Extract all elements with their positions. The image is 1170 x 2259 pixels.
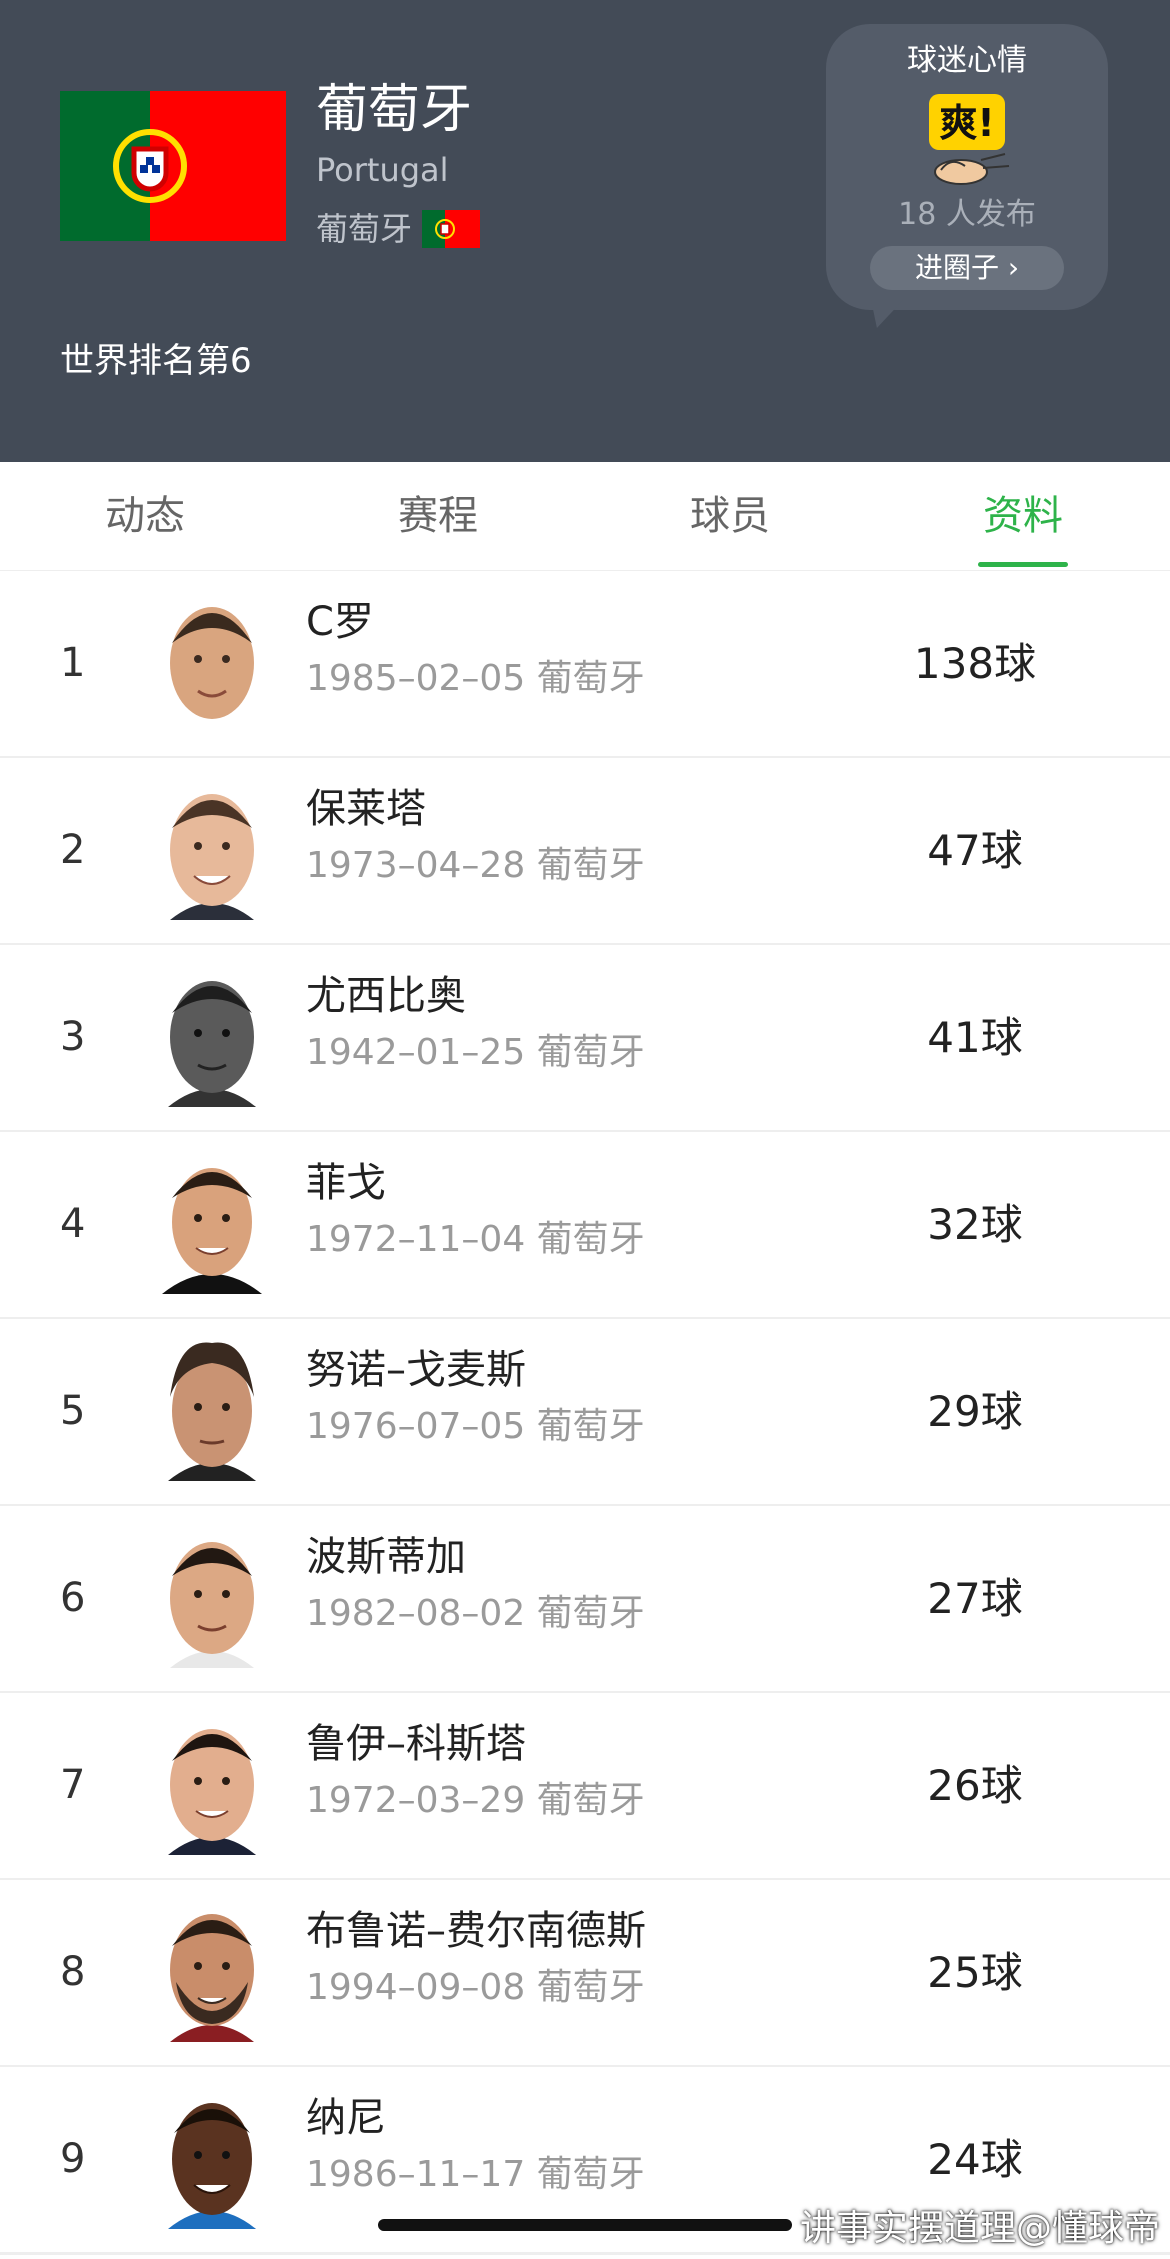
player-goals: 32球 bbox=[927, 1200, 1023, 1249]
table-row[interactable]: 2 保莱塔 1973–04–28 葡萄牙 47球 bbox=[0, 758, 1170, 946]
player-name: 波斯蒂加 bbox=[306, 1534, 466, 1580]
tab-news[interactable]: 动态 bbox=[45, 462, 245, 570]
player-rank: 2 bbox=[60, 827, 86, 873]
table-row[interactable]: 5 努诺–戈麦斯 1976–07–05 葡萄牙 29球 bbox=[0, 1319, 1170, 1507]
player-rank: 9 bbox=[60, 2136, 86, 2182]
player-birth-country: 1973–04–28 葡萄牙 bbox=[306, 845, 645, 886]
player-birth-country: 1985–02–05 葡萄牙 bbox=[306, 658, 645, 699]
mood-emoji-text: 爽! bbox=[939, 101, 994, 145]
player-rank: 4 bbox=[60, 1201, 86, 1247]
home-indicator[interactable] bbox=[378, 2219, 792, 2231]
avatar-icon bbox=[170, 794, 254, 920]
player-goals: 27球 bbox=[927, 1574, 1023, 1623]
active-tab-indicator bbox=[978, 562, 1068, 567]
player-goals: 25球 bbox=[927, 1948, 1023, 1997]
avatar-icon bbox=[168, 981, 256, 1107]
table-row[interactable]: 7 鲁伊–科斯塔 1972–03–29 葡萄牙 26球 bbox=[0, 1693, 1170, 1881]
player-goals: 41球 bbox=[927, 1013, 1023, 1062]
player-name: 布鲁诺–费尔南德斯 bbox=[306, 1908, 646, 1954]
player-birth-country: 1976–07–05 葡萄牙 bbox=[306, 1406, 645, 1447]
avatar-icon bbox=[168, 2103, 256, 2229]
team-country: 葡萄牙 bbox=[316, 210, 413, 248]
player-goals: 47球 bbox=[927, 826, 1023, 875]
player-goals: 26球 bbox=[927, 1761, 1023, 1810]
happy-mood-icon: 爽! bbox=[929, 94, 1010, 185]
fan-mood-card[interactable]: 球迷心情 爽! 18 人发布 进圈子 › bbox=[826, 24, 1108, 310]
watermark: 讲事实摆道理@懂球帝 bbox=[799, 2208, 1160, 2249]
tab-bar: 动态 赛程 球员 资料 bbox=[0, 462, 1170, 571]
avatar-icon bbox=[170, 1914, 254, 2042]
player-birth-country: 1982–08–02 葡萄牙 bbox=[306, 1593, 645, 1634]
player-name: 保莱塔 bbox=[306, 786, 426, 832]
player-rank: 5 bbox=[60, 1388, 86, 1434]
player-birth-country: 1986–11–17 葡萄牙 bbox=[306, 2154, 645, 2195]
tab-schedule[interactable]: 赛程 bbox=[338, 462, 538, 570]
player-birth-country: 1994–09–08 葡萄牙 bbox=[306, 1967, 645, 2008]
player-rank: 6 bbox=[60, 1575, 86, 1621]
table-row[interactable]: 6 波斯蒂加 1982–08–02 葡萄牙 27球 bbox=[0, 1506, 1170, 1694]
player-name: C罗 bbox=[306, 599, 374, 645]
player-name: 尤西比奥 bbox=[306, 973, 466, 1019]
team-name-english: Portugal bbox=[316, 151, 449, 189]
fan-mood-title: 球迷心情 bbox=[907, 43, 1027, 78]
player-rank: 7 bbox=[60, 1762, 86, 1808]
avatar-icon bbox=[170, 1542, 254, 1668]
table-row[interactable]: 1 C罗 1985–02–05 葡萄牙 138球 bbox=[0, 571, 1170, 759]
player-name: 纳尼 bbox=[306, 2095, 386, 2141]
player-name: 努诺–戈麦斯 bbox=[306, 1347, 526, 1393]
world-rank: 世界排名第6 bbox=[60, 341, 252, 381]
tab-info[interactable]: 资料 bbox=[923, 462, 1123, 570]
player-rank: 1 bbox=[60, 640, 86, 686]
player-name: 鲁伊–科斯塔 bbox=[306, 1721, 526, 1767]
enter-circle-button[interactable]: 进圈子 › bbox=[870, 246, 1064, 290]
player-birth-country: 1942–01–25 葡萄牙 bbox=[306, 1032, 645, 1073]
avatar-icon bbox=[170, 607, 254, 733]
player-rank: 8 bbox=[60, 1949, 86, 1995]
player-rank: 3 bbox=[60, 1014, 86, 1060]
player-birth-country: 1972–03–29 葡萄牙 bbox=[306, 1780, 645, 1821]
player-name: 菲戈 bbox=[306, 1160, 386, 1206]
tab-players[interactable]: 球员 bbox=[630, 462, 830, 570]
team-header: 葡萄牙 Portugal 葡萄牙 世界排名第6 球迷心情 爽! 18 人发布 进… bbox=[0, 0, 1170, 462]
avatar-icon bbox=[162, 1168, 262, 1294]
player-goals: 138球 bbox=[913, 639, 1037, 688]
player-birth-country: 1972–11–04 葡萄牙 bbox=[306, 1219, 645, 1260]
avatar-icon bbox=[168, 1342, 256, 1481]
mood-post-count: 18 人发布 bbox=[898, 197, 1036, 232]
portugal-small-flag-icon bbox=[422, 210, 480, 248]
team-name: 葡萄牙 bbox=[316, 80, 473, 140]
table-row[interactable]: 4 菲戈 1972–11–04 葡萄牙 32球 bbox=[0, 1132, 1170, 1320]
avatar-icon bbox=[168, 1729, 256, 1855]
table-row[interactable]: 8 布鲁诺–费尔南德斯 1994–09–08 葡萄牙 25球 bbox=[0, 1880, 1170, 2068]
table-row[interactable]: 3 尤西比奥 1942–01–25 葡萄牙 41球 bbox=[0, 945, 1170, 1133]
player-goals: 29球 bbox=[927, 1387, 1023, 1436]
portugal-flag-icon bbox=[60, 91, 286, 241]
